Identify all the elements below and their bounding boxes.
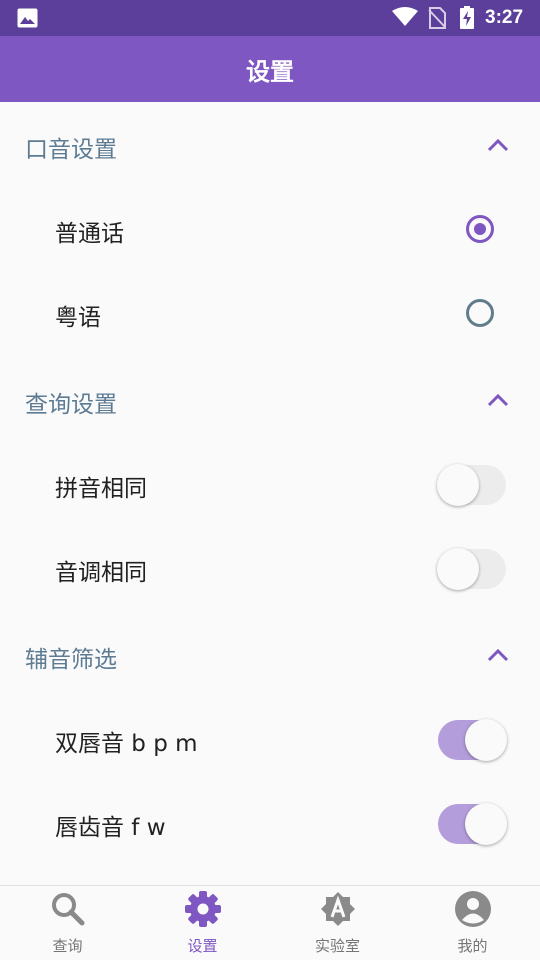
toggle-thumb bbox=[437, 464, 479, 506]
radio-button-checked[interactable] bbox=[466, 215, 494, 243]
account-icon bbox=[455, 891, 491, 927]
section-title: 查询设置 bbox=[25, 392, 117, 418]
page-title: 设置 bbox=[246, 57, 294, 86]
toggle-switch-on[interactable] bbox=[437, 803, 507, 845]
nav-item-query[interactable]: 查询 bbox=[0, 886, 135, 960]
setting-labiodental[interactable]: 唇齿音 f w bbox=[0, 780, 540, 864]
toggle-thumb bbox=[465, 719, 507, 761]
battery-charging-icon bbox=[460, 6, 474, 29]
setting-same-pinyin[interactable]: 拼音相同 bbox=[0, 441, 540, 525]
lab-badge-icon bbox=[321, 892, 355, 926]
setting-label: 双唇音 b p m bbox=[55, 731, 198, 757]
toggle-thumb bbox=[437, 548, 479, 590]
radio-button-unchecked[interactable] bbox=[466, 299, 494, 327]
gear-icon bbox=[185, 891, 221, 927]
status-time: 3:27 bbox=[485, 7, 524, 28]
section-title: 口音设置 bbox=[25, 137, 117, 163]
settings-list[interactable]: 口音设置 普通话 粤语 查询设置 拼音相同 音调相同 辅音筛选 双唇音 b p … bbox=[0, 102, 540, 885]
toggle-switch-on[interactable] bbox=[437, 719, 507, 761]
toggle-thumb bbox=[465, 803, 507, 845]
no-sim-icon bbox=[428, 7, 446, 29]
option-mandarin[interactable]: 普通话 bbox=[0, 186, 540, 270]
search-icon bbox=[52, 893, 85, 926]
option-label: 粤语 bbox=[55, 305, 101, 331]
setting-label: 音调相同 bbox=[55, 560, 147, 586]
section-title: 辅音筛选 bbox=[25, 647, 117, 673]
toggle-switch-off[interactable] bbox=[437, 548, 507, 590]
setting-label: 拼音相同 bbox=[55, 476, 147, 502]
setting-bilabial[interactable]: 双唇音 b p m bbox=[0, 696, 540, 780]
section-header-accent[interactable]: 口音设置 bbox=[0, 102, 540, 186]
toggle-switch-off[interactable] bbox=[437, 464, 507, 506]
chevron-up-icon[interactable] bbox=[486, 647, 510, 663]
option-cantonese[interactable]: 粤语 bbox=[0, 270, 540, 354]
section-header-filter[interactable]: 辅音筛选 bbox=[0, 612, 540, 696]
chevron-up-icon[interactable] bbox=[486, 137, 510, 153]
nav-label: 查询 bbox=[52, 937, 83, 955]
chevron-up-icon[interactable] bbox=[486, 392, 510, 408]
bottom-navigation: 查询 设置 实验室 我的 bbox=[0, 885, 540, 960]
nav-item-settings[interactable]: 设置 bbox=[135, 886, 270, 960]
nav-item-profile[interactable]: 我的 bbox=[405, 886, 540, 960]
section-header-query[interactable]: 查询设置 bbox=[0, 357, 540, 441]
nav-item-lab[interactable]: 实验室 bbox=[270, 886, 405, 960]
nav-label: 实验室 bbox=[314, 937, 360, 955]
status-bar: 3:27 bbox=[0, 0, 540, 36]
gallery-notification-icon bbox=[17, 8, 38, 28]
setting-label: 唇齿音 f w bbox=[55, 815, 166, 841]
nav-label: 设置 bbox=[187, 937, 218, 955]
setting-same-tone[interactable]: 音调相同 bbox=[0, 525, 540, 609]
app-bar: 设置 bbox=[0, 36, 540, 102]
nav-label: 我的 bbox=[457, 937, 488, 955]
option-label: 普通话 bbox=[55, 221, 124, 247]
wifi-icon bbox=[392, 7, 418, 26]
